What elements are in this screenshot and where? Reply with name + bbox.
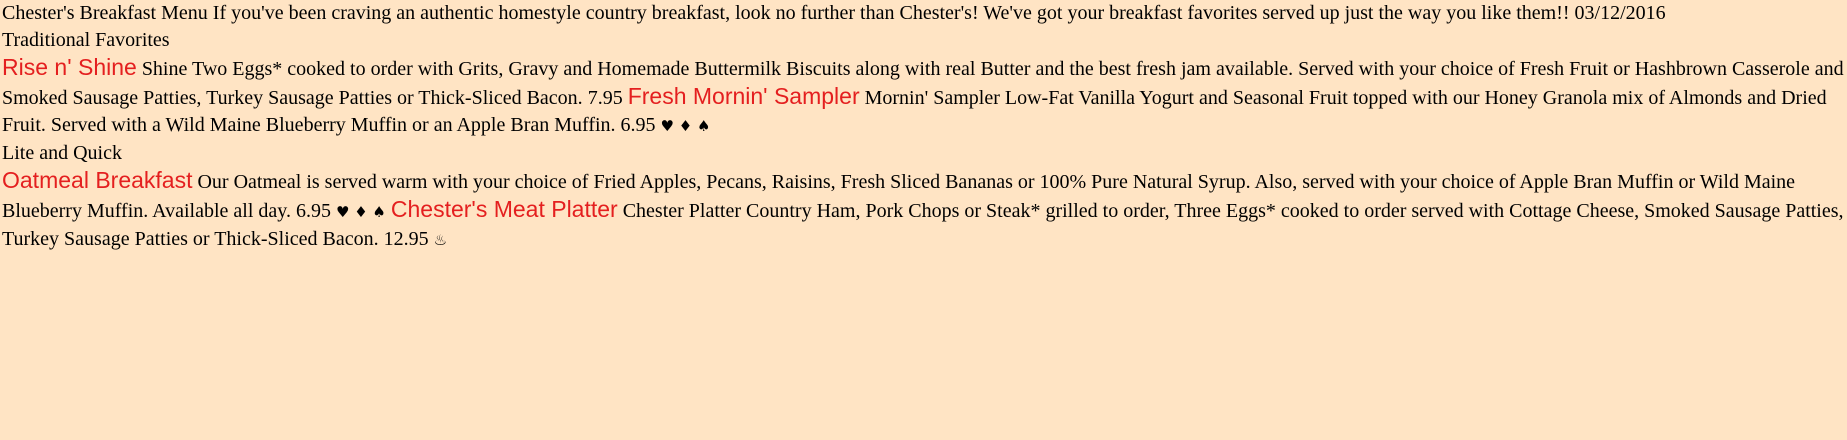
item-short-name: Chester Platter [622,200,742,222]
dietary-icons: ♥ ♦ ♠ [336,203,386,221]
item-price: 7.95 [587,87,623,109]
menu-title: Chester's Breakfast Menu [2,2,208,24]
item-short-name: Shine [141,58,188,80]
menu-header: Chester's Breakfast Menu If you've been … [2,0,1845,27]
item-name: Oatmeal Breakfast [2,167,193,193]
hot-dish-icon: ♨ [433,231,448,249]
section-items: Rise n' Shine Shine Two Eggs* cooked to … [2,54,1845,140]
item-name: Chester's Meat Platter [390,196,618,222]
section-heading: Lite and Quick [2,142,122,164]
menu-date: 03/12/2016 [1574,2,1666,24]
item-short-name: Mornin' Sampler [864,87,1000,109]
section-items: Oatmeal Breakfast Our Oatmeal is served … [2,167,1845,254]
section-heading: Traditional Favorites [2,29,170,51]
item-price: 6.95 [620,114,656,136]
item-price: 6.95 [296,200,331,222]
item-name: Rise n' Shine [2,54,137,80]
menu-page: Chester's Breakfast Menu If you've been … [0,0,1847,440]
item-price: 12.95 [383,228,429,250]
item-name: Fresh Mornin' Sampler [627,83,860,109]
dietary-icons: ♥ ♦ ♠ [660,117,711,135]
menu-intro: If you've been craving an authentic home… [212,2,1570,24]
